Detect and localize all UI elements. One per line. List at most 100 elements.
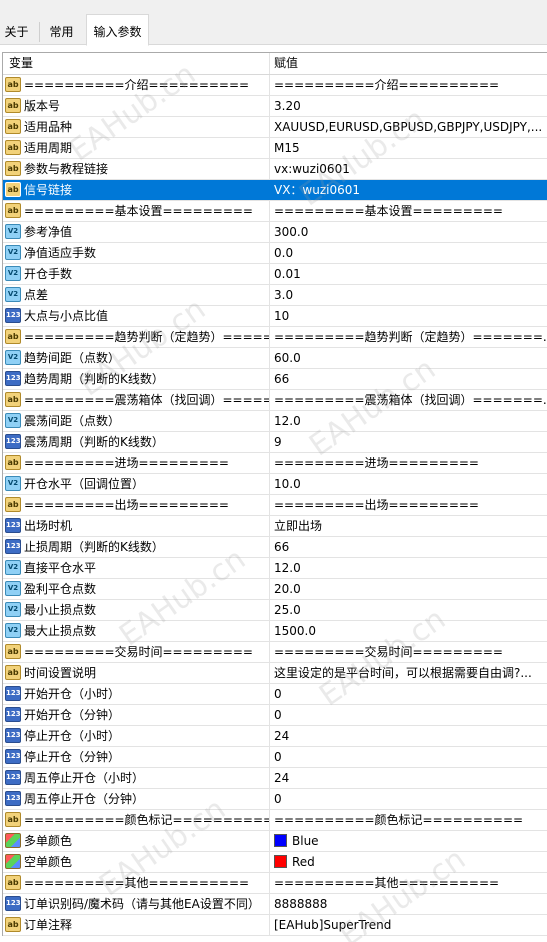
- parameter-value-cell[interactable]: 0.0: [270, 243, 547, 263]
- parameter-value-cell[interactable]: 10.0: [270, 474, 547, 494]
- parameter-value-cell[interactable]: =========交易时间=========: [270, 642, 547, 662]
- parameter-name-cell[interactable]: ab =========基本设置=========: [3, 201, 270, 221]
- parameter-row[interactable]: V2 最大止损点数 1500.0: [3, 621, 547, 642]
- parameter-row[interactable]: 123 停止开仓（分钟） 0: [3, 747, 547, 768]
- parameter-row[interactable]: 123 周五停止开仓（分钟） 0: [3, 789, 547, 810]
- parameter-name-cell[interactable]: 空单颜色: [3, 852, 270, 872]
- parameter-value-cell[interactable]: Red: [270, 852, 547, 872]
- parameter-name-cell[interactable]: V2 盈利平仓点数: [3, 579, 270, 599]
- parameter-name-cell[interactable]: V2 最小止损点数: [3, 600, 270, 620]
- parameter-row[interactable]: ab 参数与教程链接 vx:wuzi0601: [3, 159, 547, 180]
- parameter-row[interactable]: 123 开始开仓（小时） 0: [3, 684, 547, 705]
- parameter-value-cell[interactable]: =========基本设置=========: [270, 201, 547, 221]
- parameter-row[interactable]: ab =========趋势判断（定趋势）=====... =========趋势判…: [3, 327, 547, 348]
- parameter-name-cell[interactable]: ab ==========介绍==========: [3, 75, 270, 95]
- parameter-value-cell[interactable]: 60.0: [270, 348, 547, 368]
- parameter-row[interactable]: ab =========进场========= =========进场=======…: [3, 453, 547, 474]
- parameter-row[interactable]: V2 震荡间距（点数） 12.0: [3, 411, 547, 432]
- parameter-value-cell[interactable]: 24: [270, 726, 547, 746]
- parameter-row[interactable]: ab ==========介绍========== ==========介绍====…: [3, 75, 547, 96]
- tab-about[interactable]: 关于: [0, 18, 39, 45]
- color-swatch[interactable]: [274, 834, 287, 847]
- parameter-row[interactable]: 123 止损周期（判断的K线数） 66: [3, 537, 547, 558]
- parameter-row[interactable]: V2 趋势间距（点数） 60.0: [3, 348, 547, 369]
- parameter-row[interactable]: ab 信号链接 VX：wuzi0601: [3, 180, 547, 201]
- parameter-row[interactable]: V2 盈利平仓点数 20.0: [3, 579, 547, 600]
- parameter-name-cell[interactable]: V2 震荡间距（点数）: [3, 411, 270, 431]
- parameter-row[interactable]: ab ==========其他========== ==========其他====…: [3, 873, 547, 894]
- parameter-name-cell[interactable]: 123 周五停止开仓（分钟）: [3, 789, 270, 809]
- tab-common[interactable]: 常用: [39, 18, 84, 45]
- parameter-row[interactable]: 123 震荡周期（判断的K线数） 9: [3, 432, 547, 453]
- parameter-name-cell[interactable]: 123 开始开仓（小时）: [3, 684, 270, 704]
- parameter-value-cell[interactable]: XAUUSD,EURUSD,GBPUSD,GBPJPY,USDJPY,...: [270, 117, 547, 137]
- color-swatch[interactable]: [274, 855, 287, 868]
- parameter-value-cell[interactable]: 66: [270, 369, 547, 389]
- parameter-value-cell[interactable]: 0.01: [270, 264, 547, 284]
- parameter-row[interactable]: ab 版本号 3.20: [3, 96, 547, 117]
- parameter-value-cell[interactable]: 10: [270, 306, 547, 326]
- parameter-row[interactable]: ab 时间设置说明 这里设定的是平台时间，可以根据需要自由调?...: [3, 663, 547, 684]
- parameter-name-cell[interactable]: V2 参考净值: [3, 222, 270, 242]
- parameter-value-cell[interactable]: 1500.0: [270, 621, 547, 641]
- parameter-value-cell[interactable]: M15: [270, 138, 547, 158]
- parameter-value-cell[interactable]: VX：wuzi0601: [270, 180, 547, 200]
- parameter-value-cell[interactable]: 3.0: [270, 285, 547, 305]
- parameter-name-cell[interactable]: ab 适用品种: [3, 117, 270, 137]
- parameter-name-cell[interactable]: ab ==========其他==========: [3, 873, 270, 893]
- parameter-value-cell[interactable]: =========进场=========: [270, 453, 547, 473]
- parameter-row[interactable]: 123 出场时机 立即出场: [3, 516, 547, 537]
- parameter-value-cell[interactable]: Blue: [270, 831, 547, 851]
- parameter-row[interactable]: ab ==========颜色标记========== ==========颜色标记…: [3, 810, 547, 831]
- parameter-row[interactable]: V2 净值适应手数 0.0: [3, 243, 547, 264]
- parameter-name-cell[interactable]: 123 停止开仓（小时）: [3, 726, 270, 746]
- parameter-name-cell[interactable]: V2 开仓手数: [3, 264, 270, 284]
- parameter-row[interactable]: ab =========震荡箱体（找回调）=====... =========震荡箱…: [3, 390, 547, 411]
- parameter-name-cell[interactable]: 123 趋势周期（判断的K线数）: [3, 369, 270, 389]
- parameter-value-cell[interactable]: 立即出场: [270, 516, 547, 536]
- parameter-name-cell[interactable]: 123 订单识别码/魔术码（请与其他EA设置不同）: [3, 894, 270, 914]
- parameter-row[interactable]: V2 参考净值 300.0: [3, 222, 547, 243]
- parameter-row[interactable]: V2 开仓水平（回调位置） 10.0: [3, 474, 547, 495]
- parameter-row[interactable]: V2 开仓手数 0.01: [3, 264, 547, 285]
- parameter-name-cell[interactable]: V2 直接平仓水平: [3, 558, 270, 578]
- parameter-row[interactable]: ab 适用品种 XAUUSD,EURUSD,GBPUSD,GBPJPY,USDJPY…: [3, 117, 547, 138]
- parameter-value-cell[interactable]: =========震荡箱体（找回调）=======...: [270, 390, 547, 410]
- parameter-value-cell[interactable]: 25.0: [270, 600, 547, 620]
- parameter-value-cell[interactable]: =========趋势判断（定趋势）=======...: [270, 327, 547, 347]
- parameter-name-cell[interactable]: V2 点差: [3, 285, 270, 305]
- parameter-name-cell[interactable]: ab 时间设置说明: [3, 663, 270, 683]
- parameter-value-cell[interactable]: ==========其他==========: [270, 873, 547, 893]
- parameter-value-cell[interactable]: vx:wuzi0601: [270, 159, 547, 179]
- column-header-variable[interactable]: 变量: [3, 53, 270, 74]
- parameter-row[interactable]: ab =========基本设置========= =========基本设置===…: [3, 201, 547, 222]
- parameter-row[interactable]: ab =========出场========= =========出场=======…: [3, 495, 547, 516]
- parameter-name-cell[interactable]: ab =========进场=========: [3, 453, 270, 473]
- parameter-name-cell[interactable]: ab 订单注释: [3, 915, 270, 935]
- parameter-row[interactable]: 123 开始开仓（分钟） 0: [3, 705, 547, 726]
- parameter-value-cell[interactable]: 3.20: [270, 96, 547, 116]
- parameter-name-cell[interactable]: ab 适用周期: [3, 138, 270, 158]
- parameter-name-cell[interactable]: 123 周五停止开仓（小时）: [3, 768, 270, 788]
- parameter-value-cell[interactable]: 12.0: [270, 558, 547, 578]
- parameter-value-cell[interactable]: 0: [270, 684, 547, 704]
- parameter-name-cell[interactable]: V2 最大止损点数: [3, 621, 270, 641]
- parameter-name-cell[interactable]: ab 版本号: [3, 96, 270, 116]
- parameter-name-cell[interactable]: 123 出场时机: [3, 516, 270, 536]
- parameter-value-cell[interactable]: [EAHub]SuperTrend: [270, 915, 547, 935]
- parameter-value-cell[interactable]: ==========介绍==========: [270, 75, 547, 95]
- parameter-value-cell[interactable]: 20.0: [270, 579, 547, 599]
- parameter-name-cell[interactable]: ab 信号链接: [3, 180, 270, 200]
- parameter-name-cell[interactable]: V2 趋势间距（点数）: [3, 348, 270, 368]
- parameter-row[interactable]: 123 停止开仓（小时） 24: [3, 726, 547, 747]
- tab-inputs[interactable]: 输入参数: [86, 14, 149, 46]
- parameter-value-cell[interactable]: 300.0: [270, 222, 547, 242]
- parameter-value-cell[interactable]: 8888888: [270, 894, 547, 914]
- parameter-row[interactable]: 123 趋势周期（判断的K线数） 66: [3, 369, 547, 390]
- parameter-row[interactable]: ab 订单注释 [EAHub]SuperTrend: [3, 915, 547, 936]
- parameter-name-cell[interactable]: 123 停止开仓（分钟）: [3, 747, 270, 767]
- parameter-name-cell[interactable]: ab =========震荡箱体（找回调）=====...: [3, 390, 270, 410]
- parameter-row[interactable]: 123 大点与小点比值 10: [3, 306, 547, 327]
- parameter-value-cell[interactable]: 12.0: [270, 411, 547, 431]
- parameter-value-cell[interactable]: 24: [270, 768, 547, 788]
